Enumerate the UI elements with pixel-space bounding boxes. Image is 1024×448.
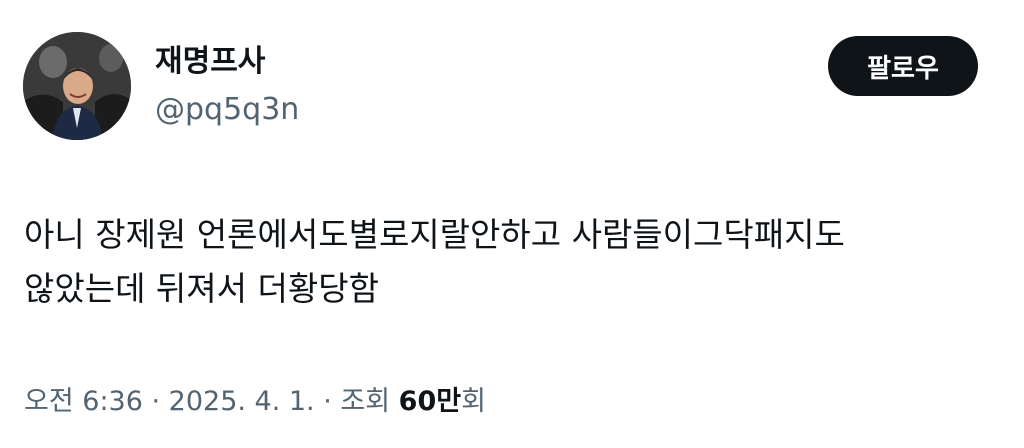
meta-separator: · bbox=[314, 386, 341, 417]
tweet-text: 아니 장제원 언론에서도별로지랄안하고 사람들이그닥패지도 않았는데 뒤져서 더… bbox=[24, 208, 1014, 316]
follow-button[interactable]: 팔로우 bbox=[828, 36, 978, 96]
user-handle[interactable]: @pq5q3n bbox=[155, 92, 299, 128]
tweet-date[interactable]: 2025. 4. 1. bbox=[169, 386, 315, 417]
tweet-line: 아니 장제원 언론에서도별로지랄안하고 사람들이그닥패지도 bbox=[24, 215, 845, 254]
display-name[interactable]: 재명프사 bbox=[155, 44, 265, 80]
tweet-meta: 오전 6:36 · 2025. 4. 1. · 조회 60만회 bbox=[24, 382, 486, 422]
meta-separator: · bbox=[142, 386, 169, 417]
views-prefix: 조회 bbox=[340, 386, 399, 417]
tweet-time[interactable]: 오전 6:36 bbox=[24, 386, 143, 417]
views-count: 60만 bbox=[398, 386, 462, 417]
views-suffix: 회 bbox=[461, 386, 486, 417]
avatar[interactable] bbox=[23, 32, 131, 140]
tweet-line: 않았는데 뒤져서 더황당함 bbox=[24, 269, 379, 308]
profile-photo-icon bbox=[23, 32, 131, 140]
